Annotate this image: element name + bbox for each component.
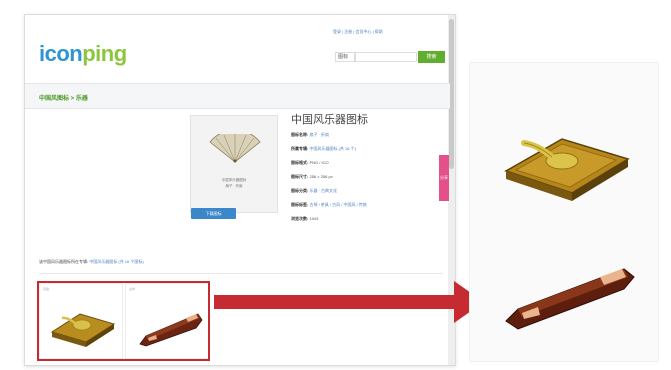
search-button[interactable]: 搜索: [418, 51, 445, 63]
search-scope-select[interactable]: 图标: [335, 52, 355, 62]
preview-subcaption: 扇子 · 折扇: [225, 184, 243, 188]
icon-title: 中国风乐器图标: [291, 114, 368, 126]
detail-row: 图标标签: 古琴 / 茶具 / 古风 / 中国风 / 传统: [291, 202, 367, 207]
top-links[interactable]: 登录 | 注册 | 会员中心 | 帮助: [333, 29, 383, 35]
tea-tray-large-icon: [504, 138, 630, 201]
logo-accent: ping: [82, 41, 127, 66]
related-album-link[interactable]: 中国风乐器图标 (共 16 个图标): [89, 259, 143, 264]
related-title: 该中国风乐器图标所在专辑: 中国风乐器图标 (共 16 个图标): [39, 259, 144, 264]
download-button[interactable]: 下载图标: [191, 208, 236, 219]
detail-row: 图标格式: PNG / ICO: [291, 160, 329, 165]
breadcrumb-bar: 中国风图标 > 乐器: [25, 83, 450, 109]
logo-main: icon: [39, 41, 83, 66]
site-logo[interactable]: iconping: [39, 41, 127, 67]
guqin-large-icon: [505, 268, 635, 330]
enlarged-icon-panel: [469, 62, 659, 362]
share-side-tab[interactable]: 分享: [439, 155, 449, 201]
preview-caption: 中国风乐器图标: [221, 178, 247, 182]
icon-preview: 中国风乐器图标 扇子 · 折扇: [190, 115, 278, 213]
detail-row: 浏览次数: 1043: [291, 216, 319, 221]
search-input[interactable]: [355, 52, 417, 62]
detail-row: 图标尺寸: 256 × 256 px: [291, 174, 333, 179]
detail-row: 图标分类: 乐器 · 古典文化: [291, 188, 338, 193]
highlight-box: [37, 281, 210, 361]
fan-icon: [209, 134, 261, 163]
detail-row: 图标名称: 扇子 · 折扇: [291, 132, 330, 137]
breadcrumb[interactable]: 中国风图标 > 乐器: [39, 93, 88, 102]
detail-row: 所属专辑: 中国风乐器图标 (共 16 个): [291, 146, 356, 151]
right-arrow-icon: [214, 281, 484, 323]
